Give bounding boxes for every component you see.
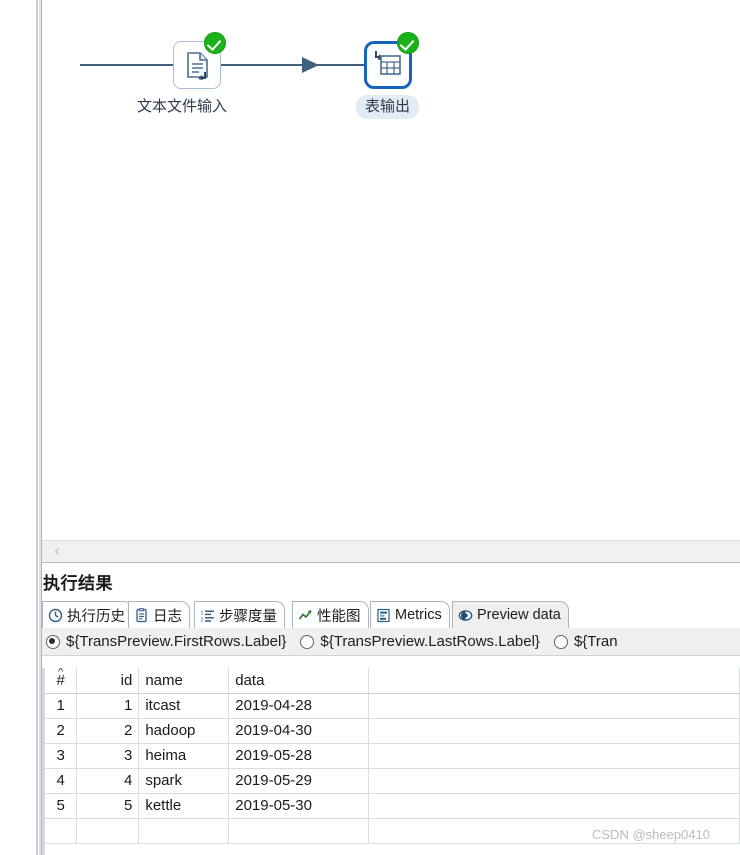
cell-row-number: 5 — [45, 793, 78, 819]
hop-arrow-icon — [302, 57, 319, 73]
cell-filler — [368, 718, 740, 744]
cell-name — [138, 818, 230, 844]
step-node-label-text-file-input: 文本文件输入 — [137, 98, 228, 115]
eye-icon — [458, 608, 473, 623]
watermark: CSDN @sheep0410 — [592, 827, 710, 842]
cell-row-number: 3 — [45, 743, 78, 769]
cell-id: 2 — [76, 718, 140, 744]
step-node-table-output[interactable] — [364, 32, 419, 89]
radio-dot-icon[interactable] — [46, 634, 60, 649]
table-row[interactable]: 2 2 hadoop 2019-04-30 — [45, 718, 740, 744]
canvas-horizontal-scrollbar[interactable]: ‹ — [42, 540, 740, 563]
cell-name: itcast — [138, 693, 230, 719]
cell-data: 2019-04-28 — [228, 693, 370, 719]
status-ok-icon — [204, 32, 226, 54]
log-icon — [134, 607, 149, 623]
cell-filler — [368, 768, 740, 794]
cell-filler — [368, 693, 740, 719]
preview-rows-radio-group: ${TransPreview.FirstRows.Label} ${TransP… — [42, 628, 740, 656]
tab-label: Preview data — [477, 607, 561, 623]
step-node-label-table-output: 表输出 — [356, 95, 420, 119]
cell-data — [228, 818, 370, 844]
cell-name: hadoop — [138, 718, 230, 744]
tab-execution-history[interactable]: 执行历史 — [42, 601, 133, 628]
table-row[interactable]: 5 5 kettle 2019-05-30 — [45, 793, 740, 819]
cell-name: kettle — [138, 793, 230, 819]
sort-ascending-icon: ^ — [58, 668, 64, 678]
svg-text:1: 1 — [201, 610, 204, 616]
cell-row-number: 1 — [45, 693, 78, 719]
step-node-text-file-input[interactable] — [173, 32, 226, 89]
radio-dot-icon[interactable] — [553, 634, 568, 649]
cell-name: spark — [138, 768, 230, 794]
cell-data: 2019-04-30 — [228, 718, 370, 744]
cell-id: 4 — [76, 768, 140, 794]
tab-label: 执行历史 — [67, 608, 125, 625]
results-tabstrip: 执行历史 日志 1 2 步骤度量 性能图 Metrics Preview dat… — [42, 601, 740, 629]
table-row[interactable]: 4 4 spark 2019-05-29 — [45, 768, 740, 794]
kettle-transformation-window: 文本文件输入 表输出 ‹ 执行结果 执行历史 日志 1 2 步骤度量 性能图 M… — [0, 0, 740, 855]
tab-metrics[interactable]: Metrics — [370, 601, 450, 628]
list-numbered-icon: 1 2 — [200, 608, 215, 623]
column-header-row-number[interactable]: ^ # — [45, 668, 78, 694]
line-chart-icon — [298, 608, 313, 623]
status-ok-icon — [397, 32, 419, 54]
tab-label: 步骤度量 — [219, 608, 277, 625]
table-header-row: ^ # id name data — [45, 668, 740, 694]
table-row[interactable]: 1 1 itcast 2019-04-28 — [45, 693, 740, 719]
tab-label: 性能图 — [317, 608, 361, 625]
cell-id: 5 — [76, 793, 140, 819]
column-header-name[interactable]: name — [138, 668, 230, 694]
tab-label: Metrics — [395, 607, 442, 623]
radio-label: ${TransPreview.LastRows.Label} — [320, 633, 540, 650]
cell-row-number — [45, 818, 78, 844]
window-left-rail — [0, 0, 42, 855]
radio-dot-icon[interactable] — [300, 634, 315, 649]
tab-performance-graph[interactable]: 性能图 — [292, 601, 369, 628]
cell-id: 1 — [76, 693, 140, 719]
radio-first-rows[interactable]: ${TransPreview.FirstRows.Label} — [46, 633, 286, 650]
transformation-canvas[interactable]: 文本文件输入 表输出 — [42, 0, 740, 540]
radio-label: ${TransPreview.FirstRows.Label} — [66, 633, 287, 650]
cell-data: 2019-05-28 — [228, 743, 370, 769]
cell-row-number: 2 — [45, 718, 78, 744]
svg-text:2: 2 — [201, 617, 204, 623]
scroll-left-arrow-icon[interactable]: ‹ — [50, 544, 64, 559]
tab-preview-data[interactable]: Preview data — [452, 601, 569, 628]
metrics-icon — [376, 608, 391, 623]
table-row[interactable]: 3 3 heima 2019-05-28 — [45, 743, 740, 769]
radio-last-rows[interactable]: ${TransPreview.LastRows.Label} — [300, 633, 540, 650]
cell-data: 2019-05-29 — [228, 768, 370, 794]
cell-id — [76, 818, 140, 844]
execution-results-title: 执行结果 — [43, 574, 113, 593]
column-header-id[interactable]: id — [76, 668, 140, 694]
radio-label: ${Tran — [573, 633, 618, 650]
column-header-filler — [368, 668, 740, 694]
hop-line[interactable] — [80, 64, 380, 66]
rail-divider-outer — [36, 0, 38, 855]
column-header-data[interactable]: data — [228, 668, 370, 694]
preview-data-table[interactable]: ^ # id name data 1 1 itcast 2019-04-28 2… — [45, 668, 740, 844]
tab-label: 日志 — [153, 608, 182, 625]
cell-filler — [368, 743, 740, 769]
cell-id: 3 — [76, 743, 140, 769]
tab-log[interactable]: 日志 — [128, 601, 190, 628]
radio-third-option[interactable]: ${Tran — [553, 633, 618, 650]
execution-results-panel: 执行结果 执行历史 日志 1 2 步骤度量 性能图 Metrics Previe… — [42, 563, 740, 855]
cell-data: 2019-05-30 — [228, 793, 370, 819]
tab-step-metrics[interactable]: 1 2 步骤度量 — [194, 601, 285, 628]
cell-name: heima — [138, 743, 230, 769]
clock-icon — [48, 608, 63, 623]
cell-row-number: 4 — [45, 768, 78, 794]
cell-filler — [368, 793, 740, 819]
